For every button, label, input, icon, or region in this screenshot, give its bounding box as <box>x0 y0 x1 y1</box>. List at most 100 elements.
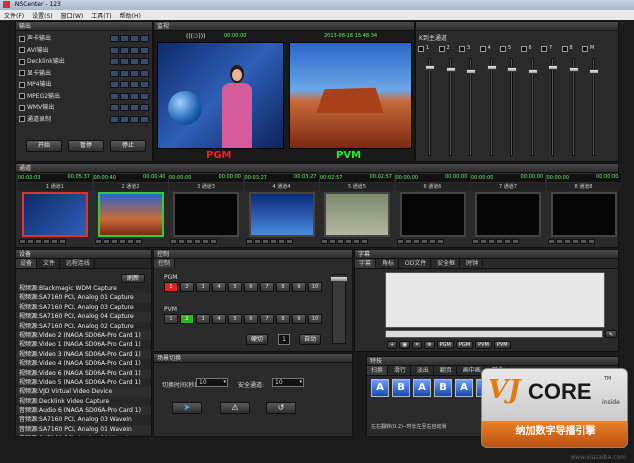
subtitle-down-pvm-button[interactable]: PVM <box>493 341 511 349</box>
gear-icon[interactable] <box>140 58 149 65</box>
device-list-item[interactable]: 视频源:Video 4 (NAGA SD06A-Pro Card 1) <box>16 359 151 369</box>
volume-fader[interactable] <box>589 58 599 156</box>
start-button[interactable]: 开始 <box>26 140 62 152</box>
effect-preset-icon[interactable]: B <box>392 379 410 397</box>
transport-icon[interactable] <box>194 239 201 244</box>
device-list-item[interactable]: 视频源:VJD Virtual Video Device <box>16 387 151 397</box>
effect-preset-icon[interactable]: A <box>413 379 431 397</box>
pvm-source-button[interactable]: 2 <box>180 314 194 324</box>
warning-button[interactable]: ⚠ <box>220 402 250 414</box>
tab-devices[interactable]: 设备 <box>16 259 38 268</box>
output-checkbox[interactable] <box>19 58 25 65</box>
pvm-source-button[interactable]: 5 <box>228 314 242 324</box>
mixer-channel-checkbox[interactable] <box>479 46 486 52</box>
transport-icon[interactable] <box>547 239 555 244</box>
transport-icon[interactable] <box>329 239 336 244</box>
subtitle-input[interactable] <box>385 330 603 338</box>
pvm-source-button[interactable]: 9 <box>292 314 306 324</box>
transport-icon[interactable] <box>488 239 495 244</box>
menu-help[interactable]: 帮助(H) <box>120 11 141 20</box>
pvm-source-button[interactable]: 4 <box>212 314 226 324</box>
pvm-source-button[interactable]: 10 <box>308 314 322 324</box>
output-checkbox[interactable] <box>19 93 25 99</box>
settings-icon[interactable] <box>110 46 119 54</box>
play-transition-button[interactable]: ➤ <box>172 402 202 414</box>
channel-thumbnail[interactable] <box>97 192 164 237</box>
gear-icon[interactable] <box>140 104 149 111</box>
pgm-source-button[interactable]: 10 <box>308 282 322 292</box>
transport-icon[interactable] <box>118 239 126 244</box>
monitor-icon[interactable] <box>130 35 139 42</box>
fader-knob[interactable] <box>589 69 599 74</box>
transport-icon[interactable] <box>345 239 352 244</box>
pgm-source-button[interactable]: 4 <box>212 282 226 292</box>
undo-button[interactable]: ↺ <box>266 402 296 414</box>
settings-icon[interactable] <box>110 115 119 123</box>
tab-corner-logo[interactable]: 角标 <box>378 259 399 268</box>
transport-icon[interactable] <box>170 239 177 244</box>
device-list-item[interactable]: 音频源:SA7160 PCI, Analog 03 WaveIn <box>16 415 151 425</box>
transport-icon[interactable] <box>134 239 142 244</box>
volume-fader[interactable] <box>445 58 456 156</box>
auto-button[interactable]: 自动 <box>299 334 321 345</box>
device-list-item[interactable]: 视频源:Decklink Video Capture <box>16 396 151 407</box>
transport-icon[interactable] <box>27 239 34 244</box>
pgm-source-button[interactable]: 7 <box>260 282 274 292</box>
grid-icon[interactable] <box>120 69 129 77</box>
device-list-item[interactable]: 视频源:Video 1 (NAGA SD06A-Pro Card 1) <box>16 340 151 350</box>
add-icon[interactable]: + <box>387 341 398 349</box>
transport-icon[interactable] <box>269 239 277 244</box>
grid-icon[interactable] <box>120 92 129 100</box>
save-icon[interactable]: ▣ <box>399 341 410 349</box>
pvm-source-button[interactable]: 6 <box>244 314 258 324</box>
effect-preset-icon[interactable]: B <box>434 379 452 397</box>
device-list-item[interactable]: 视频源:SA7160 PCI, Analog 04 Capture <box>16 312 151 322</box>
grid-icon[interactable] <box>120 58 129 65</box>
monitor-icon[interactable] <box>130 46 139 54</box>
mixer-channel-checkbox[interactable] <box>500 46 506 52</box>
output-checkbox[interactable] <box>19 35 25 42</box>
device-list-item[interactable]: 视频源:Blackmagic WDM Capture <box>16 284 151 294</box>
volume-fader[interactable] <box>466 58 476 156</box>
transport-icon[interactable] <box>563 239 571 244</box>
gear-icon[interactable] <box>140 46 149 54</box>
pause-button[interactable]: 暂停 <box>68 140 104 152</box>
transport-icon[interactable] <box>94 239 102 244</box>
settings-icon[interactable] <box>110 92 119 100</box>
output-checkbox[interactable] <box>19 116 25 122</box>
transport-icon[interactable] <box>202 239 209 244</box>
pgm-source-button[interactable]: 3 <box>196 282 210 292</box>
wrench-button[interactable]: ✎ <box>605 330 617 338</box>
mixer-channel-checkbox[interactable] <box>541 46 547 52</box>
transport-icon[interactable] <box>51 239 58 244</box>
menu-file[interactable]: 文件(F) <box>4 11 24 20</box>
menu-window[interactable]: 窗口(W) <box>61 11 84 20</box>
transport-icon[interactable] <box>210 239 217 244</box>
pvm-source-button[interactable]: 1 <box>164 314 178 324</box>
device-list-item[interactable]: 音频源:SA7160 PCI, Analog 04 WaveIn <box>16 434 151 436</box>
pgm-source-button[interactable]: 9 <box>292 282 306 292</box>
tab-subtitle[interactable]: 字幕 <box>355 259 377 268</box>
fader-knob[interactable] <box>486 65 497 70</box>
fader-knob[interactable] <box>425 65 435 70</box>
effect-preset-icon[interactable]: A <box>455 379 473 397</box>
transport-icon[interactable] <box>102 239 110 244</box>
refresh-button[interactable]: 刷新 <box>121 274 145 283</box>
channel-thumbnail[interactable] <box>22 192 88 237</box>
pgm-source-button[interactable]: 2 <box>180 282 194 292</box>
transport-icon[interactable] <box>396 239 404 244</box>
channel-thumbnail[interactable] <box>173 192 239 237</box>
transport-icon[interactable] <box>412 239 420 244</box>
pvm-source-button[interactable]: 8 <box>276 314 290 324</box>
device-list-item[interactable]: 音频源:Audio 6 (NAGA SD06A-Pro Card 1) <box>16 406 151 416</box>
subtitle-down-pgm-button[interactable]: PGM <box>455 341 474 349</box>
fader-knob[interactable] <box>445 67 456 72</box>
monitor-icon[interactable] <box>130 69 139 77</box>
tab-page-turn[interactable]: 翻页 <box>436 366 457 375</box>
monitor-icon[interactable] <box>130 115 139 123</box>
safe-channel-select[interactable]: 10 ▾ <box>272 378 304 387</box>
transport-icon[interactable] <box>245 239 253 244</box>
transport-icon[interactable] <box>110 239 118 244</box>
tab-files[interactable]: 文件 <box>39 259 60 268</box>
fader-knob[interactable] <box>466 69 476 74</box>
